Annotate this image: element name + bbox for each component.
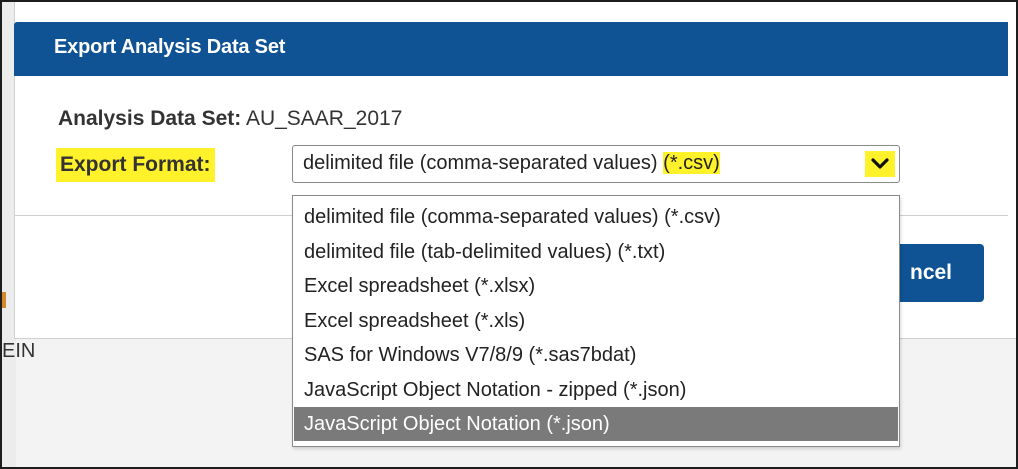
data-set-value: AU_SAAR_2017 [245,107,403,130]
dropdown-option[interactable]: JavaScript Object Notation (*.json) [294,407,898,441]
export-format-select[interactable]: delimited file (comma-separated values) … [292,145,900,183]
app-frame: EIN Export Analysis Data Set Analysis Da… [0,0,1018,469]
select-current-value: delimited file (comma-separated values) … [303,152,720,175]
dropdown-toggle[interactable] [865,151,895,177]
select-value-prefix: delimited file (comma-separated values) [303,152,664,174]
select-value-extension: (*.csv) [663,152,720,174]
data-set-row: Analysis Data Set: AU_SAAR_2017 [58,107,402,131]
cancel-button-label: ncel [910,261,953,284]
background-accent [2,292,6,308]
dropdown-option[interactable]: delimited file (tab-delimited values) (*… [294,235,898,269]
dropdown-option[interactable]: JavaScript Object Notation - zipped (*.j… [294,373,898,407]
dialog-title: Export Analysis Data Set [54,36,286,58]
dialog-header: Export Analysis Data Set [14,22,1008,76]
dropdown-option[interactable]: Excel spreadsheet (*.xlsx) [294,269,898,303]
background-text: EIN [2,340,36,362]
dropdown-option[interactable]: delimited file (comma-separated values) … [294,200,898,234]
data-set-label: Analysis Data Set: [58,107,242,130]
dropdown-option[interactable]: Excel spreadsheet (*.xls) [294,304,898,338]
chevron-down-icon [871,158,889,169]
dropdown-option[interactable]: SAS for Windows V7/8/9 (*.sas7bdat) [294,338,898,372]
export-format-label: Export Format: [56,148,215,182]
export-format-options: delimited file (comma-separated values) … [292,195,900,447]
